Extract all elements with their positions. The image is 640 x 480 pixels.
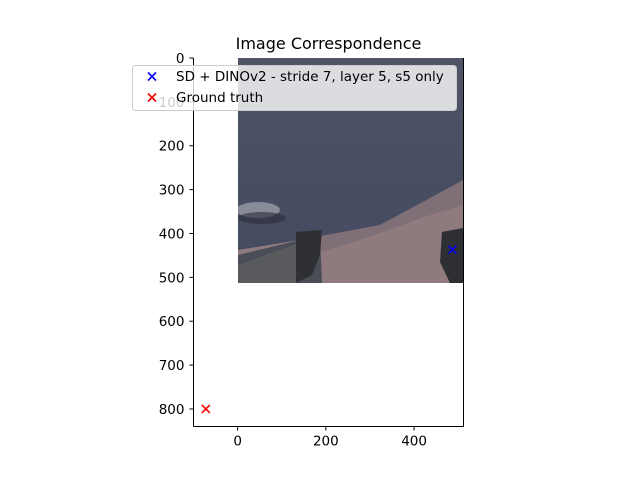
ground-truth-point <box>201 404 211 414</box>
y-tick-label: 800 <box>159 402 185 418</box>
y-tick-label: 200 <box>159 139 185 155</box>
y-tick-label: 600 <box>159 314 185 330</box>
y-tick-label: 300 <box>159 183 185 199</box>
legend: SD + DINOv2 - stride 7, layer 5, s5 only… <box>132 65 457 111</box>
y-tick-label: 400 <box>159 226 185 242</box>
legend-label-ground-truth: Ground truth <box>176 90 263 106</box>
x-tick-label: 400 <box>401 434 427 450</box>
x-tick-label: 200 <box>313 434 339 450</box>
y-tick-label: 500 <box>159 270 185 286</box>
legend-label-prediction: SD + DINOv2 - stride 7, layer 5, s5 only <box>176 69 444 85</box>
chart-title: Image Correspondence <box>236 34 422 53</box>
x-tick-label: 0 <box>233 434 242 450</box>
y-tick-label: 0 <box>176 51 185 67</box>
chart-figure: Image Correspondence 0200400010020030040… <box>132 34 464 450</box>
y-tick-label: 700 <box>159 358 185 374</box>
